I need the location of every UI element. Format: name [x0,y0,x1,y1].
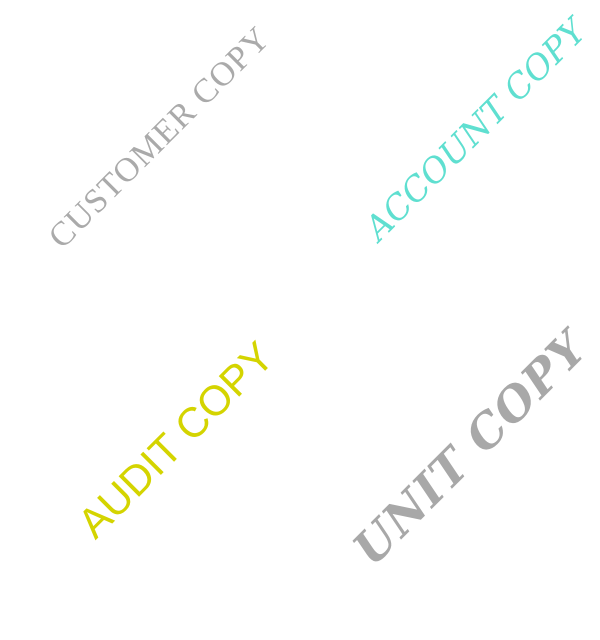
unit-copy-stamp: UNIT COPY [342,320,598,576]
customer-copy-stamp: CUSTOMER COPY [41,19,278,256]
audit-copy-stamp: AUDIT COPY [68,332,283,547]
account-copy-stamp: ACCOUNT COPY [357,11,595,249]
